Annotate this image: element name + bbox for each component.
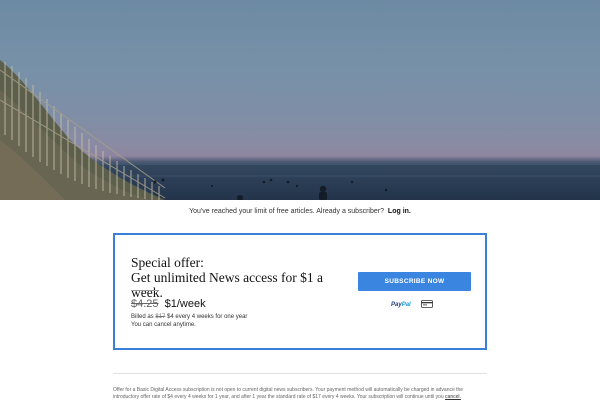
hero-image [0, 0, 600, 200]
billing-details: Billed as $17 $4 every 4 weeks for one y… [131, 313, 247, 329]
offer-heading: Special offer: Get unlimited News access… [131, 255, 351, 300]
billed-strike-price: $17 [155, 314, 166, 320]
footer-divider [113, 373, 487, 374]
price-row: $4.25 $1/week [131, 298, 206, 310]
paypal-pay-text: Pay [391, 302, 402, 308]
fine-print: Offer for a Basic Digital Access subscri… [113, 387, 487, 400]
article-limit-message: You've reached your limit of free articl… [0, 208, 600, 215]
beach-scene-illustration [0, 60, 600, 200]
limit-text: You've reached your limit of free articl… [189, 208, 384, 215]
subscribe-now-button[interactable]: SUBSCRIBE NOW [358, 272, 471, 291]
offer-heading-line1: Special offer: [131, 255, 204, 270]
special-offer-card: Special offer: Get unlimited News access… [113, 233, 487, 350]
new-price: $1/week [164, 298, 206, 310]
cancel-note: You can cancel anytime. [131, 322, 196, 328]
offer-divider [131, 290, 159, 291]
billed-prefix: Billed as [131, 314, 154, 320]
cancel-link[interactable]: cancel. [445, 394, 461, 400]
billed-rate: $4 every 4 weeks for one year [167, 314, 248, 320]
paypal-option[interactable]: PayPal [391, 302, 411, 308]
offer-heading-line2: Get unlimited News access for $1 a week. [131, 270, 323, 300]
paypal-pal-text: Pal [401, 302, 411, 308]
login-link[interactable]: Log in. [388, 208, 411, 215]
fine-print-text: Offer for a Basic Digital Access subscri… [113, 387, 464, 400]
credit-card-icon[interactable] [421, 300, 433, 308]
old-price: $4.25 [131, 298, 159, 310]
